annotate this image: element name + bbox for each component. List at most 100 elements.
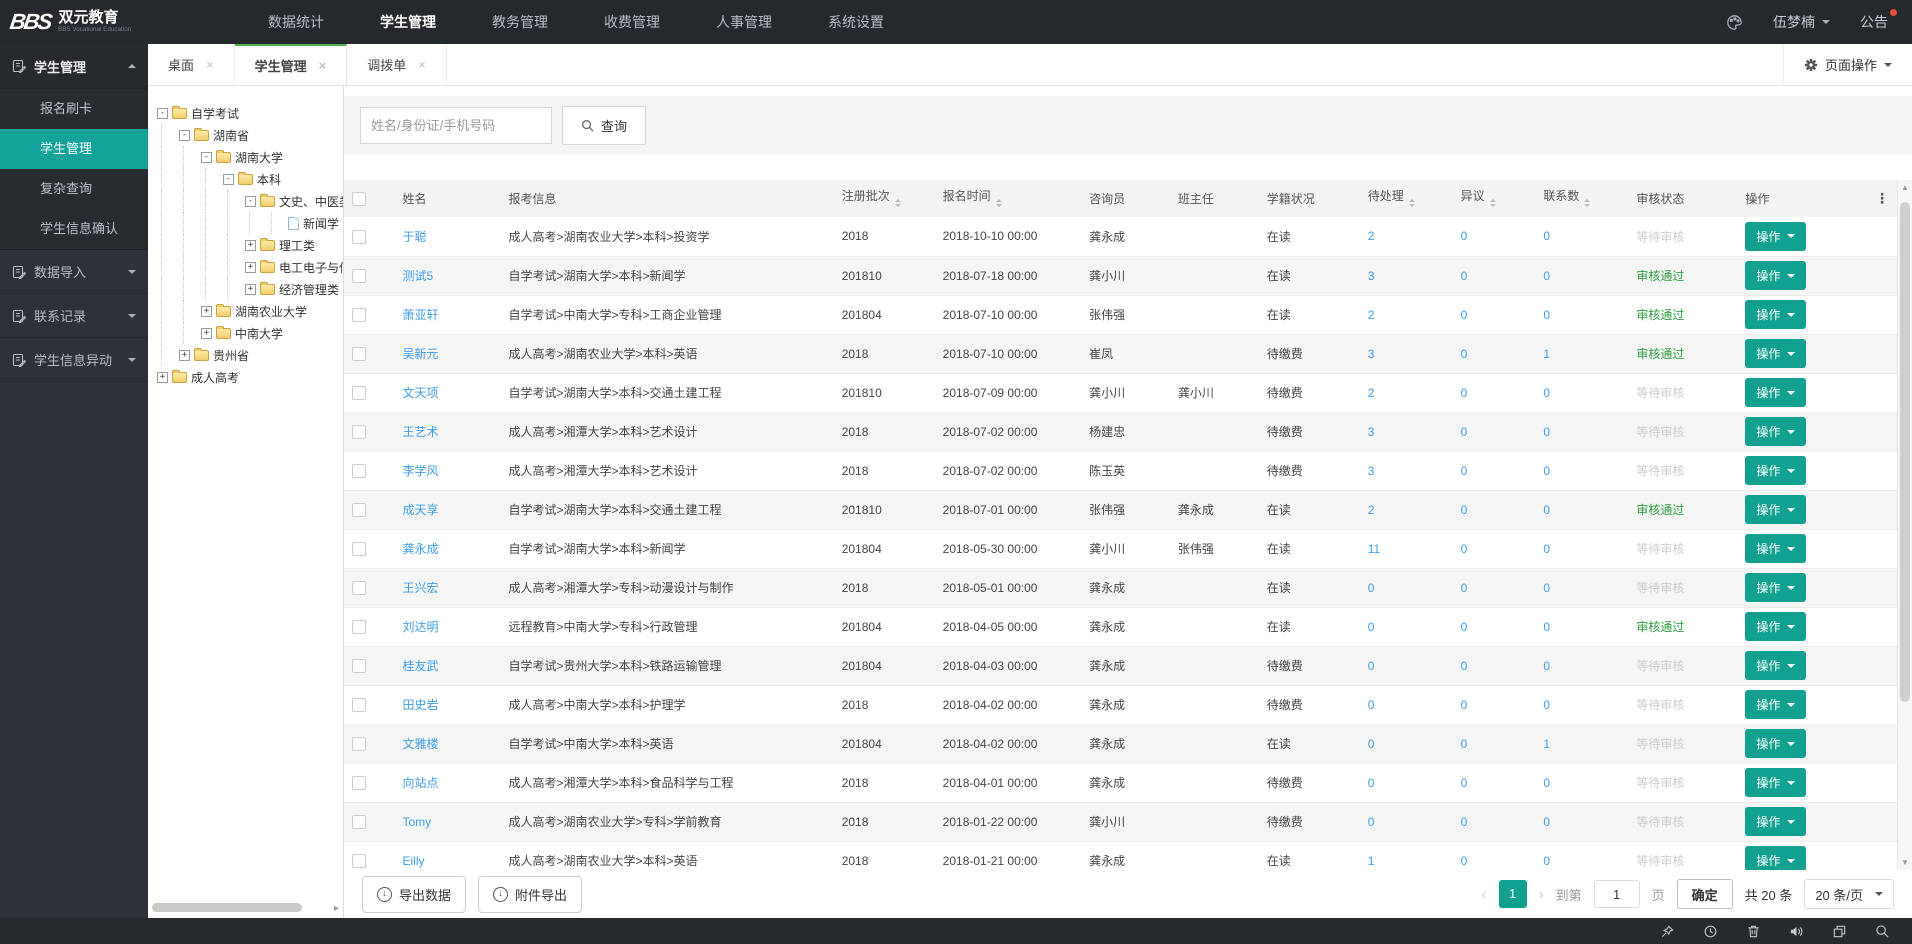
more-columns-icon[interactable]: ⋮: [1875, 190, 1889, 206]
pending-count-link[interactable]: 2: [1368, 503, 1375, 517]
column-header-pending[interactable]: 待处理: [1360, 180, 1453, 217]
row-action-button[interactable]: 操作: [1745, 339, 1806, 368]
collapse-icon[interactable]: -: [201, 152, 212, 163]
pending-count-link[interactable]: 0: [1368, 737, 1375, 751]
tree-node-13[interactable]: +成人高考: [156, 366, 343, 388]
scroll-down-arrow-icon[interactable]: ▼: [1898, 858, 1912, 867]
close-icon[interactable]: ×: [418, 57, 426, 72]
sidebar-header[interactable]: 学生管理: [0, 44, 148, 88]
tree-node-12[interactable]: +贵州省: [156, 344, 343, 366]
row-checkbox[interactable]: [352, 230, 366, 244]
pending-count-link[interactable]: 3: [1368, 347, 1375, 361]
row-action-button[interactable]: 操作: [1745, 534, 1806, 563]
row-checkbox[interactable]: [352, 776, 366, 790]
tree-node-4[interactable]: -本科: [156, 168, 343, 190]
row-action-button[interactable]: 操作: [1745, 768, 1806, 797]
expand-icon[interactable]: +: [201, 306, 212, 317]
sidebar-item-2[interactable]: 学生管理: [0, 129, 148, 169]
tree-node-1[interactable]: -自学考试: [156, 102, 343, 124]
tree-horizontal-scrollbar[interactable]: [152, 903, 302, 912]
student-name-link[interactable]: 萧亚轩: [402, 308, 438, 322]
expand-icon[interactable]: +: [245, 284, 256, 295]
student-name-link[interactable]: 文雅楼: [402, 737, 438, 751]
tree-node-7[interactable]: +理工类: [156, 234, 343, 256]
dispute-count-link[interactable]: 0: [1461, 581, 1468, 595]
contacts-count-link[interactable]: 0: [1543, 464, 1550, 478]
row-action-button[interactable]: 操作: [1745, 729, 1806, 758]
student-name-link[interactable]: 测试5: [402, 269, 433, 283]
dispute-count-link[interactable]: 0: [1461, 386, 1468, 400]
speaker-icon[interactable]: [1789, 924, 1804, 939]
row-action-button[interactable]: 操作: [1745, 417, 1806, 446]
close-icon[interactable]: ×: [319, 58, 327, 73]
dispute-count-link[interactable]: 0: [1461, 464, 1468, 478]
search-button[interactable]: 查询: [562, 106, 646, 145]
dispute-count-link[interactable]: 0: [1461, 542, 1468, 556]
collapse-icon[interactable]: -: [179, 130, 190, 141]
row-action-button[interactable]: 操作: [1745, 807, 1806, 836]
column-header-dispute[interactable]: 异议: [1453, 180, 1536, 217]
expand-icon[interactable]: +: [157, 372, 168, 383]
tree-node-3[interactable]: -湖南大学: [156, 146, 343, 168]
collapse-icon[interactable]: -: [223, 174, 234, 185]
expand-icon[interactable]: +: [201, 328, 212, 339]
contacts-count-link[interactable]: 1: [1543, 347, 1550, 361]
row-checkbox[interactable]: [352, 581, 366, 595]
row-checkbox[interactable]: [352, 737, 366, 751]
dispute-count-link[interactable]: 0: [1461, 425, 1468, 439]
row-checkbox[interactable]: [352, 425, 366, 439]
pending-count-link[interactable]: 0: [1368, 698, 1375, 712]
row-checkbox[interactable]: [352, 815, 366, 829]
student-name-link[interactable]: 李学风: [402, 464, 438, 478]
pending-count-link[interactable]: 0: [1368, 581, 1375, 595]
row-checkbox[interactable]: [352, 269, 366, 283]
tree-node-5[interactable]: -文史、中医类: [156, 190, 343, 212]
tab-3[interactable]: 调拨单×: [347, 44, 447, 85]
contacts-count-link[interactable]: 0: [1543, 503, 1550, 517]
contacts-count-link[interactable]: 0: [1543, 698, 1550, 712]
row-action-button[interactable]: 操作: [1745, 495, 1806, 524]
student-name-link[interactable]: 龚永成: [402, 542, 438, 556]
sort-icon[interactable]: [1490, 196, 1496, 210]
tree-node-11[interactable]: +中南大学: [156, 322, 343, 344]
expand-icon[interactable]: +: [245, 262, 256, 273]
pending-count-link[interactable]: 2: [1368, 386, 1375, 400]
contacts-count-link[interactable]: 0: [1543, 308, 1550, 322]
select-all-checkbox[interactable]: [352, 192, 366, 206]
student-name-link[interactable]: 王艺术: [402, 425, 438, 439]
menu-item-4[interactable]: 收费管理: [576, 0, 688, 44]
pending-count-link[interactable]: 3: [1368, 425, 1375, 439]
zoom-icon[interactable]: [1875, 924, 1890, 939]
row-checkbox[interactable]: [352, 542, 366, 556]
confirm-page-button[interactable]: 确定: [1677, 879, 1733, 909]
sort-icon[interactable]: [1409, 196, 1415, 210]
clock-icon[interactable]: [1703, 924, 1718, 939]
row-checkbox[interactable]: [352, 503, 366, 517]
sort-icon[interactable]: [895, 196, 901, 210]
student-name-link[interactable]: Eilly: [402, 854, 424, 868]
theme-palette-icon[interactable]: [1726, 14, 1743, 31]
next-page-button[interactable]: ›: [1539, 886, 1544, 903]
dispute-count-link[interactable]: 0: [1461, 620, 1468, 634]
user-menu[interactable]: 伍梦楠: [1773, 12, 1830, 32]
sidebar-item-4[interactable]: 学生信息确认: [0, 209, 148, 249]
contacts-count-link[interactable]: 0: [1543, 620, 1550, 634]
row-action-button[interactable]: 操作: [1745, 222, 1806, 251]
row-action-button[interactable]: 操作: [1745, 300, 1806, 329]
pending-count-link[interactable]: 11: [1368, 542, 1380, 556]
pending-count-link[interactable]: 0: [1368, 776, 1375, 790]
dispute-count-link[interactable]: 0: [1461, 269, 1468, 283]
student-name-link[interactable]: 田史岩: [402, 698, 438, 712]
expand-icon[interactable]: +: [245, 240, 256, 251]
column-header-batch[interactable]: 注册批次: [834, 180, 935, 217]
contacts-count-link[interactable]: 0: [1543, 854, 1550, 868]
pending-count-link[interactable]: 3: [1368, 269, 1375, 283]
page-actions-button[interactable]: 页面操作: [1783, 44, 1912, 85]
row-action-button[interactable]: 操作: [1745, 651, 1806, 680]
contacts-count-link[interactable]: 1: [1543, 737, 1550, 751]
row-action-button[interactable]: 操作: [1745, 573, 1806, 602]
contacts-count-link[interactable]: 0: [1543, 386, 1550, 400]
dispute-count-link[interactable]: 0: [1461, 815, 1468, 829]
row-checkbox[interactable]: [352, 698, 366, 712]
sort-icon[interactable]: [1584, 196, 1590, 210]
